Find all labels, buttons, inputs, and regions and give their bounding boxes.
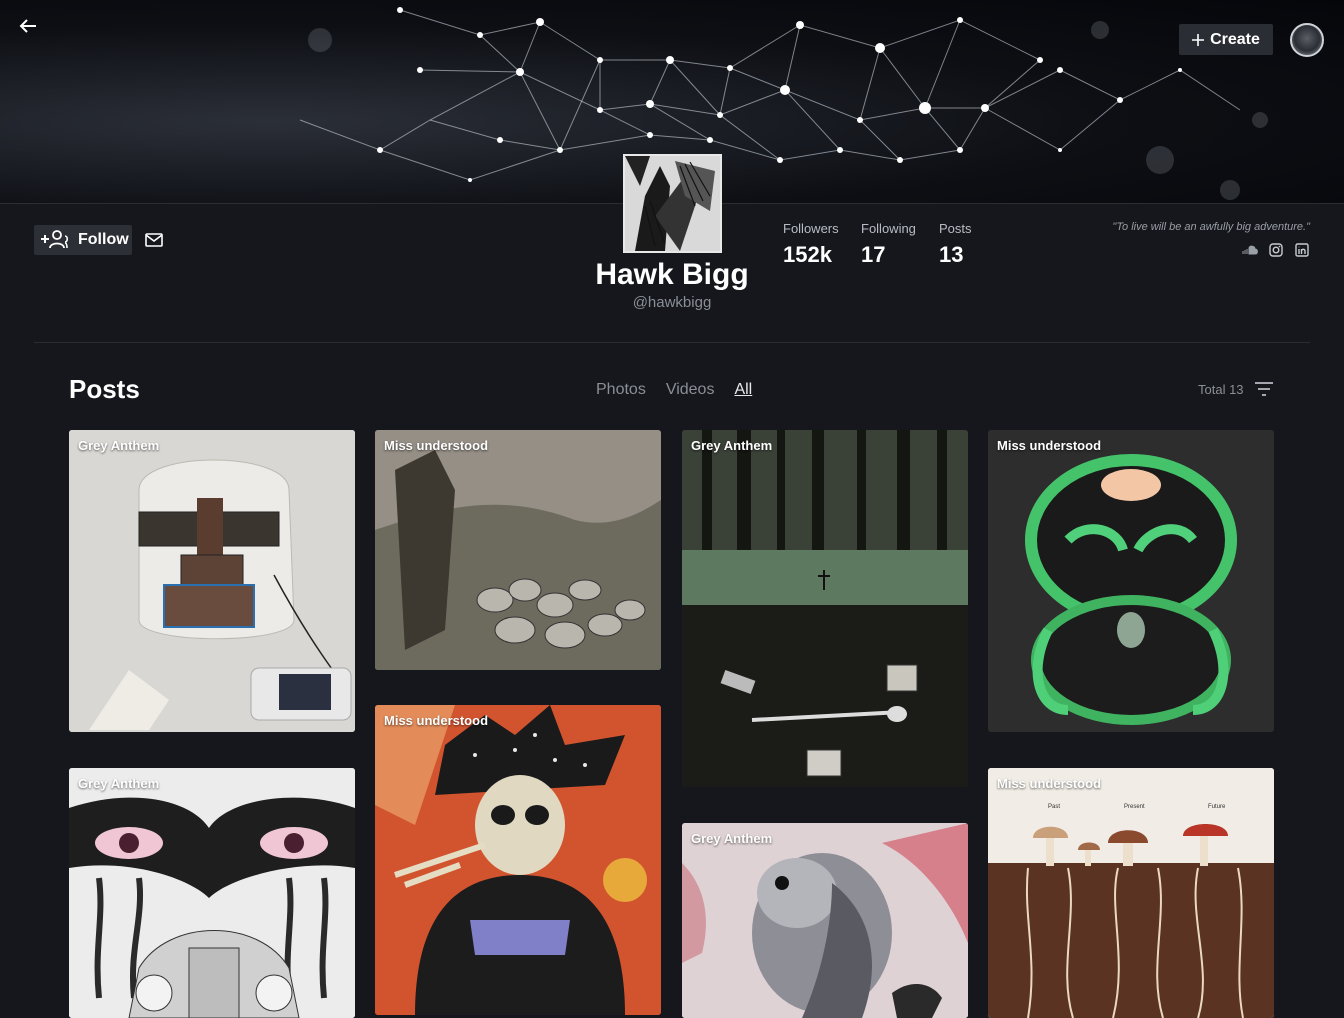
profile-quote: "To live will be an awfully big adventur… xyxy=(1112,221,1310,233)
instagram-icon[interactable] xyxy=(1268,242,1284,258)
post-card[interactable]: Miss understood xyxy=(375,430,661,670)
follow-button-label: Follow xyxy=(78,231,129,248)
social-links xyxy=(1242,242,1310,258)
filter-icon[interactable] xyxy=(1254,381,1274,399)
svg-text:Future: Future xyxy=(1208,804,1226,810)
stat-value: 13 xyxy=(939,242,964,267)
post-card[interactable]: Grey Anthem xyxy=(69,768,355,1018)
create-button-label: Create xyxy=(1210,30,1260,48)
add-person-icon xyxy=(41,230,69,249)
stat-followers[interactable]: Followers 152k xyxy=(783,221,839,268)
back-button[interactable] xyxy=(16,14,40,38)
stat-label: Following xyxy=(861,221,916,236)
header-divider xyxy=(34,342,1310,343)
user-avatar[interactable] xyxy=(1290,23,1324,57)
post-card[interactable]: Grey Anthem xyxy=(682,430,968,787)
post-image: Past Present Future xyxy=(988,768,1274,1018)
linkedin-icon[interactable] xyxy=(1294,242,1310,258)
post-image xyxy=(375,705,661,1015)
post-card-label: Grey Anthem xyxy=(78,438,160,453)
posts-total: Total 13 xyxy=(1198,382,1244,397)
post-card[interactable]: Miss understood xyxy=(375,705,661,1015)
post-card-label: Grey Anthem xyxy=(78,776,160,791)
post-card[interactable]: Miss understood xyxy=(988,430,1274,732)
profile-picture-art xyxy=(625,156,720,251)
create-button[interactable]: Create xyxy=(1179,24,1273,55)
post-image xyxy=(375,430,661,670)
post-card-label: Miss understood xyxy=(384,438,489,453)
svg-text:Past: Past xyxy=(1048,804,1060,810)
display-name: Hawk Bigg xyxy=(595,258,749,291)
post-card[interactable]: Past Present Future Miss understood xyxy=(988,768,1274,1018)
post-image xyxy=(682,430,968,787)
post-image xyxy=(988,430,1274,732)
svg-text:Present: Present xyxy=(1124,804,1145,810)
stat-value: 152k xyxy=(783,242,832,267)
tab-all[interactable]: All xyxy=(734,381,752,399)
message-button[interactable] xyxy=(144,230,164,250)
tab-videos[interactable]: Videos xyxy=(666,381,715,399)
stat-label: Followers xyxy=(783,221,839,236)
post-card-label: Miss understood xyxy=(997,776,1102,791)
post-card-label: Miss understood xyxy=(384,713,489,728)
post-card-label: Miss understood xyxy=(997,438,1102,453)
post-card-label: Grey Anthem xyxy=(691,438,773,453)
post-image xyxy=(69,430,355,732)
stat-label: Posts xyxy=(939,221,972,236)
soundcloud-icon[interactable] xyxy=(1242,242,1258,258)
arrow-left-icon xyxy=(19,19,36,33)
stat-following[interactable]: Following 17 xyxy=(861,221,916,268)
plus-icon xyxy=(1192,33,1205,46)
username: @hawkbigg xyxy=(632,294,712,311)
post-card[interactable]: Grey Anthem xyxy=(682,823,968,1018)
posts-title: Posts xyxy=(69,374,140,404)
post-image xyxy=(682,823,968,1018)
follow-button[interactable]: Follow xyxy=(34,225,132,255)
posts-tabs: Photos Videos All xyxy=(596,381,752,399)
mail-icon xyxy=(145,233,163,247)
profile-picture xyxy=(623,154,722,253)
tab-photos[interactable]: Photos xyxy=(596,381,646,399)
post-image xyxy=(69,768,355,1018)
stat-value: 17 xyxy=(861,242,886,267)
post-card-label: Grey Anthem xyxy=(691,831,773,846)
stat-posts[interactable]: Posts 13 xyxy=(939,221,972,268)
post-card[interactable]: Grey Anthem xyxy=(69,430,355,732)
